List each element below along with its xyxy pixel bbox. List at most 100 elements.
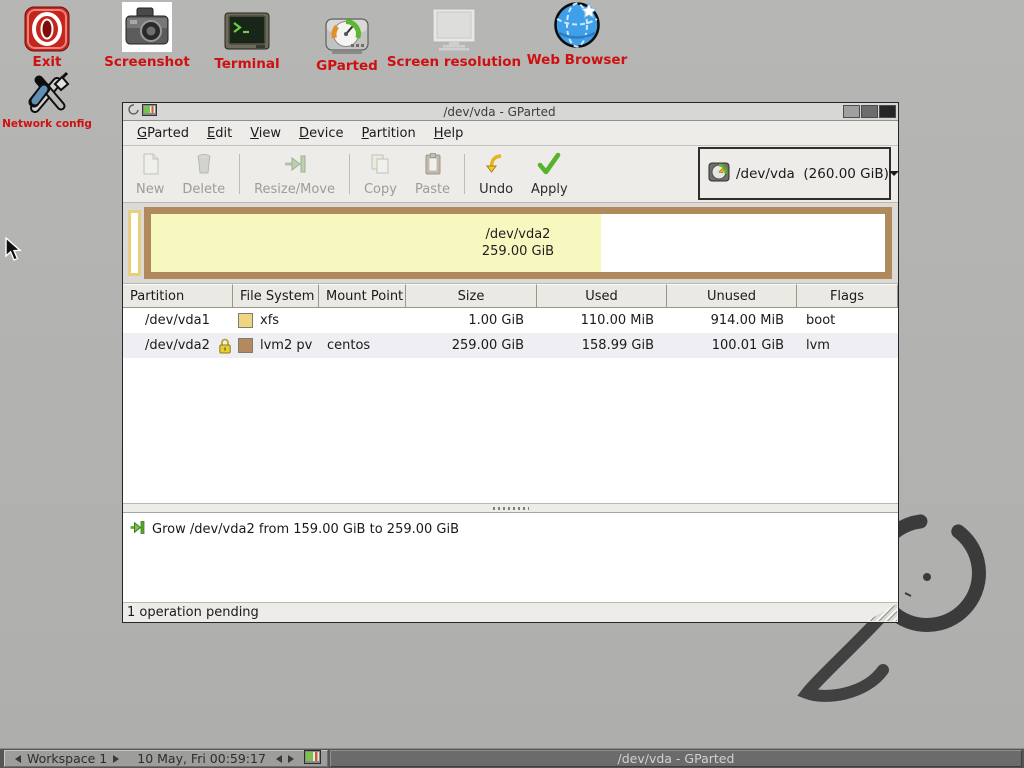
cell-flags: lvm <box>797 333 898 358</box>
menu-help[interactable]: Help <box>425 123 473 144</box>
resize-move-button[interactable]: Resize/Move <box>245 149 344 200</box>
cell-unused: 914.00 MiB <box>667 308 797 333</box>
desktop-icon-screenshot[interactable]: Screenshot <box>104 2 190 70</box>
header-file-system[interactable]: File System <box>233 284 319 308</box>
desktop-icon-network-config[interactable]: Network config <box>0 66 94 130</box>
desktop-icon-label: Web Browser <box>527 52 627 68</box>
pane-resize-handle[interactable] <box>123 503 898 512</box>
taskbar: Workspace 1 10 May, Fri 00:59:17 /dev/vd… <box>0 748 1024 768</box>
menu-device[interactable]: Device <box>290 123 352 144</box>
status-text: 1 operation pending <box>127 605 259 620</box>
header-mount-point[interactable]: Mount Point <box>319 284 406 308</box>
undo-button[interactable]: Undo <box>470 149 522 200</box>
desktop-icon-label: Terminal <box>214 56 279 72</box>
desktop-icon-label: GParted <box>316 58 378 74</box>
menu-edit[interactable]: Edit <box>198 123 241 144</box>
new-button[interactable]: New <box>127 149 173 200</box>
grow-icon <box>129 520 145 539</box>
menu-bar: GParted Edit View Device Partition Help <box>123 121 898 146</box>
close-button[interactable] <box>879 105 896 118</box>
partition-table: Partition File System Mount Point Size U… <box>123 284 898 358</box>
pending-operations-pane: Grow /dev/vda2 from 159.00 GiB to 259.00… <box>123 512 898 602</box>
cell-size: 1.00 GiB <box>406 308 537 333</box>
cell-used: 110.00 MiB <box>537 308 667 333</box>
cell-partition: /dev/vda2 <box>123 333 233 358</box>
desktop-icon-web-browser[interactable]: Web Browser <box>522 0 632 68</box>
cell-size: 259.00 GiB <box>406 333 537 358</box>
taskbar-clock: 10 May, Fri 00:59:17 <box>137 751 266 766</box>
workspace-label: Workspace 1 <box>27 751 107 766</box>
table-header-row: Partition File System Mount Point Size U… <box>123 284 898 308</box>
status-bar: 1 operation pending <box>123 602 898 622</box>
device-selector[interactable]: /dev/vda (260.00 GiB) <box>698 147 891 200</box>
partition-visual-area: /dev/vda2 259.00 GiB <box>123 203 898 284</box>
delete-button[interactable]: Delete <box>173 149 234 200</box>
toolbar: New Delete Resize/Move Copy Paste <box>123 146 898 203</box>
filesystem-color-swatch <box>238 338 253 353</box>
desktop-icon-exit[interactable]: Exit <box>18 2 76 70</box>
header-flags[interactable]: Flags <box>797 284 898 308</box>
tray-next-button[interactable] <box>288 755 298 763</box>
filesystem-color-swatch <box>238 313 253 328</box>
device-selector-value: /dev/vda (260.00 GiB) <box>736 166 889 182</box>
table-row-vda1[interactable]: /dev/vda1 xfs 1.00 GiB 110.00 MiB 914.00… <box>123 308 898 333</box>
minimize-button[interactable] <box>843 105 860 118</box>
tray-prev-button[interactable] <box>272 755 282 763</box>
window-resize-grip[interactable] <box>867 604 897 621</box>
toolbar-separator <box>464 154 465 194</box>
workspace-next-button[interactable] <box>113 755 123 763</box>
partition-bar-vda2[interactable]: /dev/vda2 259.00 GiB <box>144 207 892 279</box>
globe-icon <box>552 0 602 50</box>
window-menu-icon[interactable] <box>128 103 139 120</box>
paste-icon <box>421 152 445 180</box>
header-size[interactable]: Size <box>406 284 537 308</box>
desktop-icon-label: Network config <box>2 118 92 130</box>
new-partition-icon <box>138 152 162 180</box>
cell-mount-point <box>319 308 406 333</box>
grip-dots <box>493 507 529 510</box>
partition-bar-vda1[interactable] <box>128 210 141 276</box>
desktop-icon-label: Screen resolution <box>387 54 521 70</box>
desktop-icon-terminal[interactable]: Terminal <box>208 4 286 72</box>
cell-mount-point: centos <box>319 333 406 358</box>
taskbar-tray: Workspace 1 10 May, Fri 00:59:17 <box>4 750 328 767</box>
paste-button[interactable]: Paste <box>406 149 459 200</box>
camera-icon <box>122 2 172 52</box>
header-unused[interactable]: Unused <box>667 284 797 308</box>
table-row-vda2[interactable]: /dev/vda2 lvm2 pv centos 259.00 GiB 158.… <box>123 333 898 358</box>
cell-file-system: lvm2 pv <box>233 333 319 358</box>
workspace-prev-button[interactable] <box>11 755 21 763</box>
trash-icon <box>192 152 216 180</box>
desktop-icon-label: Screenshot <box>104 54 190 70</box>
gparted-tray-icon[interactable] <box>304 750 321 767</box>
operation-text: Grow /dev/vda2 from 159.00 GiB to 259.00… <box>152 522 459 537</box>
menu-gparted[interactable]: GParted <box>128 123 198 144</box>
chevron-down-icon <box>889 166 899 181</box>
cell-unused: 100.01 GiB <box>667 333 797 358</box>
resize-arrow-icon <box>282 152 308 180</box>
cell-used: 158.99 GiB <box>537 333 667 358</box>
menu-partition[interactable]: Partition <box>353 123 425 144</box>
window-titlebar[interactable]: /dev/vda - GParted <box>123 103 898 121</box>
toolbar-separator <box>239 154 240 194</box>
power-icon <box>24 2 70 52</box>
desktop-icon-screen-resolution[interactable]: Screen resolution <box>388 2 520 70</box>
window-app-icon <box>142 104 157 120</box>
copy-button[interactable]: Copy <box>355 149 406 200</box>
header-used[interactable]: Used <box>537 284 667 308</box>
monitor-icon <box>428 2 480 52</box>
maximize-button[interactable] <box>861 105 878 118</box>
cell-flags: boot <box>797 308 898 333</box>
menu-view[interactable]: View <box>241 123 290 144</box>
undo-icon <box>484 152 508 180</box>
visual-partition-label: /dev/vda2 <box>486 226 551 243</box>
taskbar-window-button[interactable]: /dev/vda - GParted <box>330 750 1022 767</box>
desktop-icon-gparted[interactable]: GParted <box>312 6 382 74</box>
apply-button[interactable]: Apply <box>522 149 577 200</box>
cell-partition: /dev/vda1 <box>123 308 233 333</box>
window-title: /dev/vda - GParted <box>157 105 842 119</box>
mouse-cursor <box>5 237 23 263</box>
table-empty-area <box>123 358 898 503</box>
header-partition[interactable]: Partition <box>123 284 233 308</box>
toolbar-separator <box>349 154 350 194</box>
